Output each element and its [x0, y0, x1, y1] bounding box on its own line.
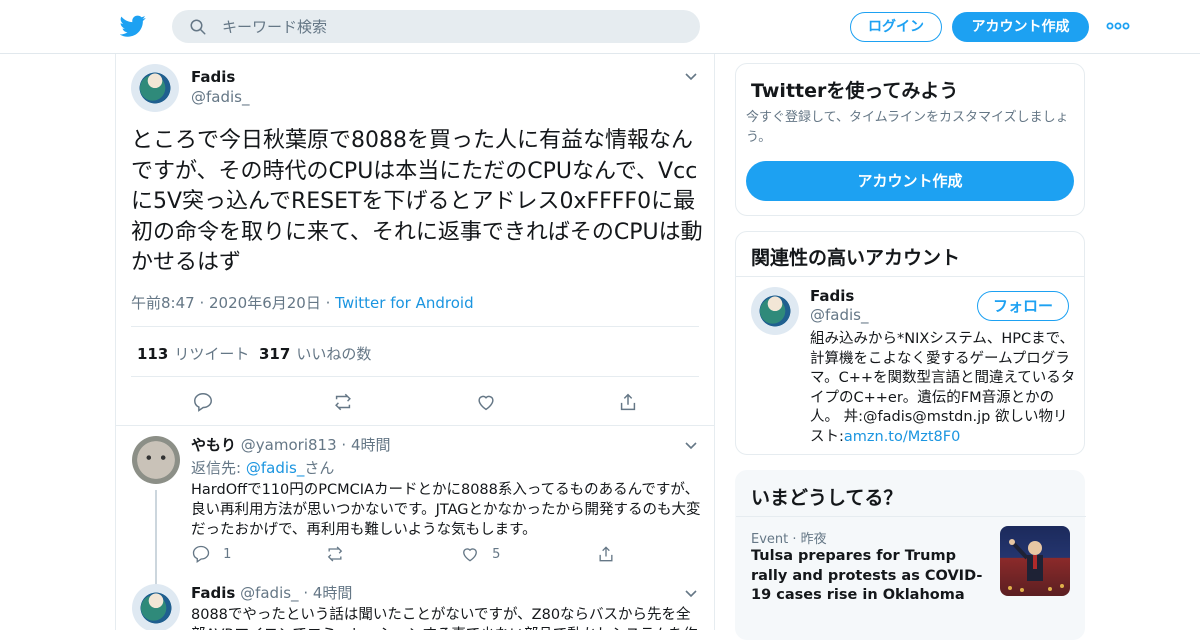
reply-action-reply[interactable]: 1 [191, 544, 231, 564]
trend-category: Event · 昨夜 [751, 528, 827, 547]
thread-line [155, 490, 157, 586]
reply-count: 1 [223, 546, 232, 562]
card-description: 今すぐ登録して、タイムラインをカスタマイズしましょう。 [746, 110, 1069, 145]
divider [736, 516, 1086, 517]
reply-text: 8088でやったという話は聞いたことがないですが、Z80ならバスから先を全部AV… [191, 607, 697, 630]
bio-link[interactable]: amzn.to/Mzt8F0 [844, 429, 960, 445]
trend-thumbnail[interactable] [1000, 526, 1070, 596]
search-input[interactable] [222, 10, 682, 43]
share-icon[interactable] [617, 391, 639, 413]
meta-dot: · [325, 294, 336, 312]
trend-photo [1008, 539, 1064, 592]
reply-action-retweet[interactable] [325, 544, 345, 564]
tweet-date[interactable]: 2020年6月20日 [209, 294, 321, 312]
avatar[interactable] [132, 436, 180, 484]
avatar[interactable] [131, 64, 179, 112]
tweet-time[interactable]: 午前8:47 [131, 294, 195, 312]
reply-time[interactable]: 4時間 [313, 584, 353, 602]
trend-when: 昨夜 [800, 532, 827, 547]
avatar[interactable] [751, 287, 799, 335]
account-handle[interactable]: @fadis_ [810, 306, 868, 324]
reply-header: やもり @yamori813 · 4時間 [191, 434, 391, 455]
reply-action-share[interactable] [596, 544, 616, 564]
trend-headline[interactable]: Tulsa prepares for Trump rally and prote… [751, 547, 996, 606]
tweet-text: ところで今日秋葉原で8088を買った人に有益な情報なんですが、その時代のCPUは… [131, 128, 703, 275]
trends-card: いまどうしてる？ Event · 昨夜 Tulsa prepares for T… [735, 470, 1086, 640]
reply-to-mention[interactable]: @fadis_ [246, 459, 304, 477]
search-box[interactable] [172, 10, 700, 43]
retweets-label: リツイート [174, 345, 250, 363]
tweet-meta: 午前8:47 · 2020年6月20日 · Twitter for Androi… [131, 292, 474, 313]
chevron-down-icon[interactable] [684, 439, 698, 453]
like-icon [463, 548, 477, 562]
signup-card: Twitterを使ってみよう 今すぐ登録して、タイムラインをカスタマイズしましょ… [735, 63, 1085, 216]
more-dots-icon[interactable] [1106, 16, 1130, 36]
tweet-stats: 113 リツイート 317 いいねの数 [131, 326, 699, 377]
tweet-source[interactable]: Twitter for Android [335, 294, 473, 312]
avatar[interactable] [132, 584, 180, 630]
card-title: Twitterを使ってみよう [751, 80, 959, 102]
top-bar: ログイン アカウント作成 [0, 0, 1200, 54]
tweet-column: Fadis @fadis_ ところで今日秋葉原で8088を買った人に有益な情報な… [115, 54, 715, 630]
retweets-count: 113 [137, 345, 169, 363]
retweet-icon [327, 546, 343, 562]
reply-author-name[interactable]: Fadis [191, 584, 235, 602]
reply-to: 返信先: @fadis_さん [191, 457, 334, 478]
bio-text: 組み込みから*NIXシステム、HPCまで、計算機をこよなく愛するゲームプログラマ… [810, 331, 1076, 445]
card-title: いまどうしてる？ [751, 487, 903, 509]
reply-to-label: 返信先: [191, 459, 242, 477]
meta-dot: · [792, 532, 801, 547]
reply-tweet[interactable]: Fadis @fadis_ · 4時間 8088でやったという話は聞いたことがな… [116, 574, 714, 630]
author-name[interactable]: Fadis [191, 68, 235, 86]
twitter-bird-icon[interactable] [120, 13, 146, 39]
reply-tweet[interactable]: やもり @yamori813 · 4時間 返信先: @fadis_さん Hard… [116, 426, 714, 586]
reply-header: Fadis @fadis_ · 4時間 [191, 582, 352, 603]
reply-action-like[interactable]: 5 [460, 544, 500, 564]
like-count: 5 [492, 546, 501, 562]
search-icon [190, 19, 206, 35]
account-bio: 組み込みから*NIXシステム、HPCまで、計算機をこよなく愛するゲームプログラマ… [810, 330, 1076, 447]
likes-label: いいねの数 [296, 345, 372, 363]
reply-text: HardOffで110円のPCMCIAカードとかに8088系入ってるものあるんで… [191, 482, 701, 538]
likes-stat[interactable]: 317 いいねの数 [259, 343, 371, 364]
account-name[interactable]: Fadis [810, 287, 854, 305]
share-icon [599, 546, 613, 562]
reply-author-name[interactable]: やもり [191, 436, 236, 454]
retweet-icon[interactable] [332, 391, 354, 413]
meta-dot: · [341, 436, 351, 454]
reply-author-handle[interactable]: @fadis_ [240, 584, 298, 602]
like-icon[interactable] [475, 391, 497, 413]
trend-category-label: Event [751, 532, 789, 547]
create-account-button[interactable]: アカウント作成 [746, 161, 1074, 201]
meta-dot: · [199, 294, 210, 312]
follow-button[interactable]: フォロー [977, 291, 1069, 321]
author-handle[interactable]: @fadis_ [191, 88, 249, 106]
meta-dot: · [303, 584, 313, 602]
likes-count: 317 [259, 345, 291, 363]
reply-author-handle[interactable]: @yamori813 [241, 436, 337, 454]
card-title: 関連性の高いアカウント [751, 247, 961, 269]
signup-button[interactable]: アカウント作成 [952, 12, 1089, 42]
reply-to-suffix: さん [304, 459, 335, 477]
login-button[interactable]: ログイン [850, 12, 942, 42]
divider [736, 276, 1084, 277]
reply-icon [192, 545, 210, 564]
retweets-stat[interactable]: 113 リツイート [137, 343, 249, 364]
chevron-down-icon[interactable] [684, 587, 698, 601]
related-accounts-card: 関連性の高いアカウント Fadis @fadis_ フォロー 組み込みから*NI… [735, 231, 1085, 455]
reply-icon[interactable] [192, 391, 214, 413]
reply-time[interactable]: 4時間 [351, 436, 391, 454]
chevron-down-icon[interactable] [684, 70, 698, 84]
